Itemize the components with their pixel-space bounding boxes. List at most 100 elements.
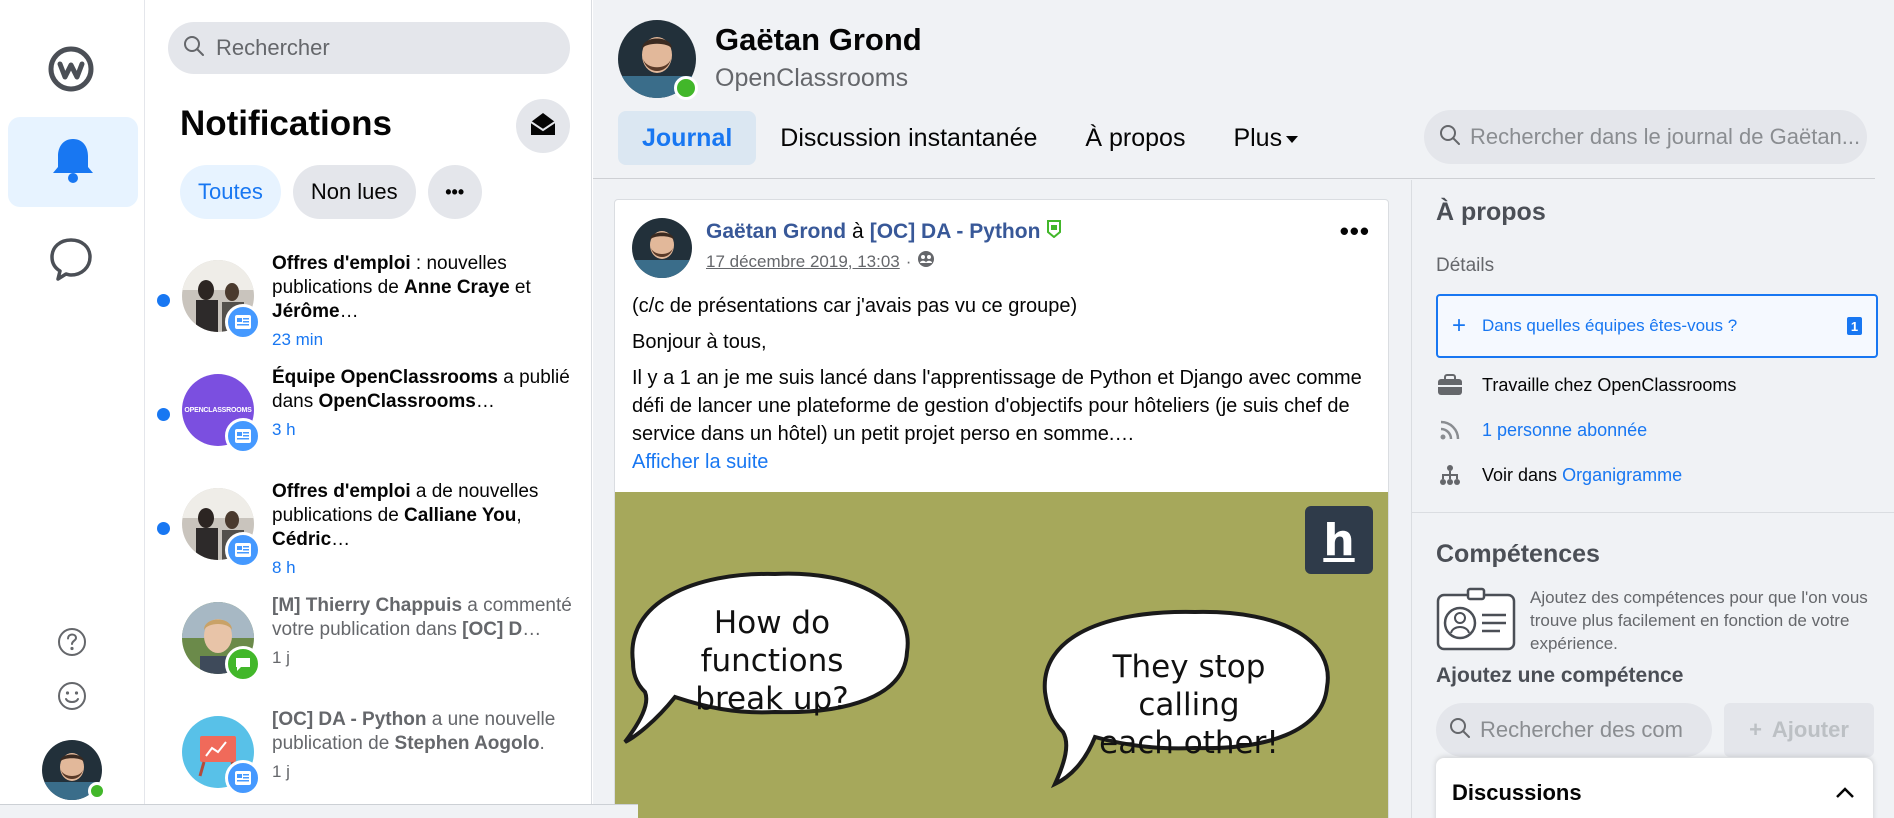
workplace-logo-icon[interactable] <box>46 44 96 94</box>
works-at-text: Travaille chez OpenClassrooms <box>1482 374 1737 395</box>
online-status-dot <box>674 76 698 100</box>
discussions-title: Discussions <box>1452 780 1582 805</box>
notification-plain-text: , <box>516 505 522 526</box>
unread-dot <box>157 408 170 421</box>
more-dots-icon: ••• <box>445 181 465 202</box>
notification-plain-text: … <box>339 301 359 322</box>
open-envelope-icon <box>529 111 557 142</box>
bell-icon <box>50 136 96 189</box>
notification-item[interactable]: [OC] DA - Python a une nouvelle publicat… <box>146 706 591 818</box>
bubble-right-line: each other! <box>1099 725 1279 761</box>
notifications-title: Notifications <box>180 104 392 143</box>
skill-search-box[interactable] <box>1436 703 1712 757</box>
notification-time: 23 min <box>272 330 324 349</box>
followers-row: 1 personne abonnée <box>1436 418 1647 442</box>
notification-plain-text: . <box>539 733 545 754</box>
notification-item[interactable]: Offres d'emploi a de nouvelles publicati… <box>146 478 591 592</box>
notification-plain-text: … <box>475 391 495 412</box>
post-badge-icon <box>225 532 261 568</box>
org-chart-link[interactable]: Organigramme <box>1562 465 1682 486</box>
mark-all-read-button[interactable] <box>516 99 570 153</box>
online-status-dot <box>88 782 106 800</box>
post-group-link[interactable]: [OC] DA - Python <box>870 220 1041 244</box>
add-team-button[interactable]: + Dans quelles équipes êtes-vous ? 1 <box>1436 294 1878 358</box>
post-options-button[interactable]: ••• <box>1340 216 1370 247</box>
profile-organization: OpenClassrooms <box>715 64 909 92</box>
journal-search-box[interactable] <box>1424 110 1867 164</box>
filter-unread-button[interactable]: Non lues <box>292 165 416 219</box>
hackr-logo-letter: h <box>1323 514 1355 566</box>
add-skill-label: Ajouter <box>1771 717 1849 742</box>
works-at-row: Travaille chez OpenClassrooms <box>1436 373 1736 397</box>
tab-journal[interactable]: Journal <box>618 111 757 165</box>
org-chart-icon <box>1436 463 1464 487</box>
unread-dot <box>157 522 170 535</box>
speech-bubble-left: How do functions break up? <box>647 604 897 718</box>
speech-bubble-icon <box>46 238 96 288</box>
profile-name: Gaëtan Grond <box>715 22 922 57</box>
smiley-icon[interactable] <box>56 680 88 712</box>
notification-bold-text: Cédric <box>272 529 332 550</box>
notification-item[interactable]: Offres d'emploi : nouvelles publications… <box>146 250 591 364</box>
filter-all-button[interactable]: Toutes <box>180 165 281 219</box>
followers-link[interactable]: 1 personne abonnée <box>1482 420 1647 441</box>
chevron-up-icon[interactable] <box>1833 781 1857 805</box>
notification-time: 8 h <box>272 558 296 577</box>
post-timestamp[interactable]: 17 décembre 2019, 13:03 <box>706 252 900 272</box>
notification-text: Offres d'emploi a de nouvelles publicati… <box>272 480 572 580</box>
notification-item[interactable]: [M] Thierry Chappuis a commenté votre pu… <box>146 592 591 706</box>
skill-search-input[interactable] <box>1480 717 1710 743</box>
see-more-link[interactable]: Afficher la suite <box>632 448 1372 476</box>
org-chart-row: Voir dans Organigramme <box>1436 463 1682 487</box>
add-skill-button[interactable]: + Ajouter <box>1724 703 1874 757</box>
post-card: Gaëtan Grond à [OC] DA - Python 17 décem… <box>614 199 1389 818</box>
comment-badge-icon <box>225 646 261 682</box>
search-input[interactable] <box>216 35 546 61</box>
unread-dot <box>157 294 170 307</box>
post-author-avatar[interactable] <box>632 218 692 278</box>
more-options-button[interactable]: ••• <box>427 165 482 219</box>
post-author-link[interactable]: Gaëtan Grond <box>706 220 846 244</box>
journal-search-input[interactable] <box>1470 124 1867 150</box>
notification-bold-text: OpenClassrooms <box>318 391 476 412</box>
notifications-nav-button[interactable] <box>8 117 138 207</box>
section-divider <box>1412 512 1894 513</box>
notification-plain-text: … <box>331 529 351 550</box>
notification-time: 1 j <box>272 762 290 781</box>
notification-item[interactable]: OPENCLASSROOMS Équipe OpenClassrooms a p… <box>146 364 591 478</box>
post-preposition: à <box>852 220 864 243</box>
notification-bold-text: Stephen Aogolo <box>394 733 540 754</box>
notification-filters: Toutes Non lues ••• <box>180 165 482 219</box>
post-image[interactable]: h How do functions break up? They stop c… <box>615 492 1388 818</box>
tab-more-label: Plus <box>1233 123 1283 152</box>
left-rail <box>0 0 145 818</box>
discussions-panel-header[interactable]: Discussions <box>1436 758 1873 818</box>
notification-plain-text: … <box>522 619 542 640</box>
notification-text: Offres d'emploi : nouvelles publications… <box>272 252 572 352</box>
notification-message: [M] Thierry Chappuis a commenté votre pu… <box>272 594 572 642</box>
details-label: Détails <box>1436 255 1495 276</box>
notification-bold-text: Offres d'emploi <box>272 481 411 502</box>
about-column: À propos Détails + Dans quelles équipes … <box>1411 180 1894 818</box>
tab-about[interactable]: À propos <box>1061 111 1209 165</box>
team-prompt: Dans quelles équipes êtes-vous ? <box>1482 316 1738 335</box>
tab-instant-discussion[interactable]: Discussion instantanée <box>756 111 1061 165</box>
org-chart-prefix: Voir dans <box>1482 464 1563 485</box>
notifications-panel: Notifications Toutes Non lues ••• Offres… <box>146 0 592 818</box>
post-badge-icon <box>225 418 261 454</box>
notification-message: [OC] DA - Python a une nouvelle publicat… <box>272 708 572 756</box>
notification-bold-text: Équipe OpenClassrooms <box>272 367 498 388</box>
question-circle-icon[interactable] <box>56 626 88 658</box>
notification-list: Offres d'emploi : nouvelles publications… <box>146 250 591 818</box>
notification-message: Équipe OpenClassrooms a publié dans Open… <box>272 366 572 414</box>
audience-group-icon <box>917 250 935 273</box>
team-count-badge: 1 <box>1847 317 1862 335</box>
openclassrooms-logo-text: OPENCLASSROOMS <box>184 406 252 414</box>
search-box[interactable] <box>168 22 570 74</box>
chat-nav-button[interactable] <box>46 234 96 284</box>
post-badge-icon <box>225 760 261 796</box>
add-skill-title: Ajoutez une compétence <box>1436 664 1684 687</box>
profile-header: Gaëtan Grond OpenClassrooms Journal Disc… <box>593 0 1894 178</box>
about-title: À propos <box>1436 198 1546 226</box>
tab-more[interactable]: Plus <box>1209 111 1322 165</box>
